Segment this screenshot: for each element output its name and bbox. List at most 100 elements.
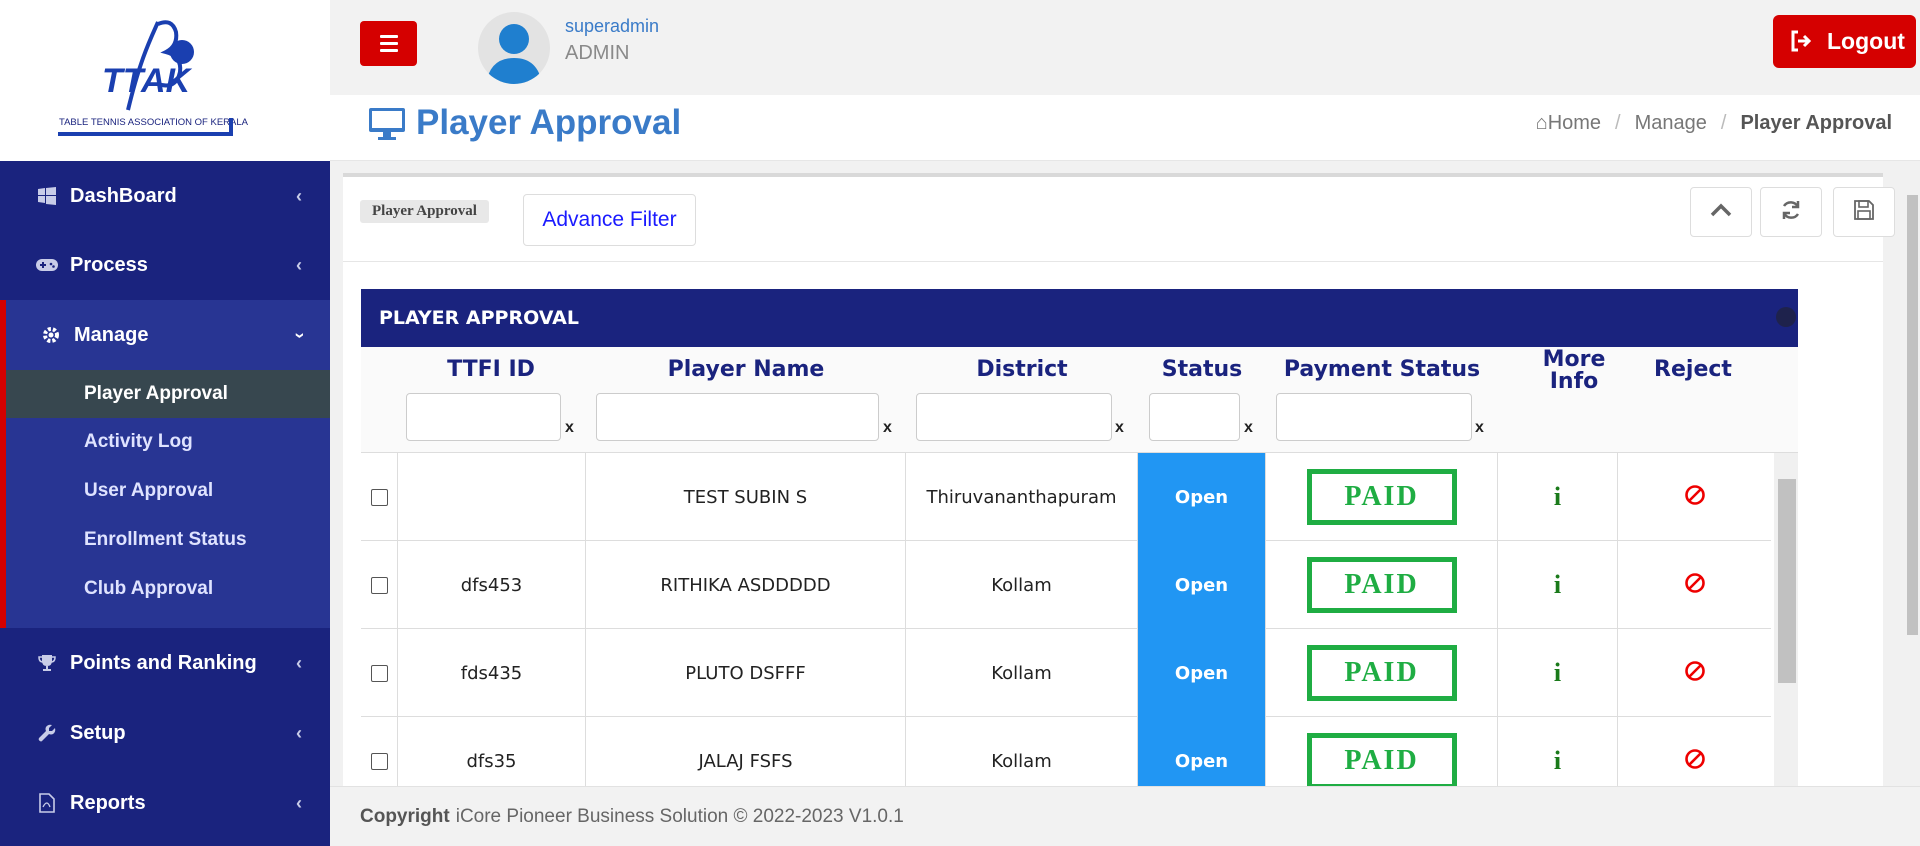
district-filter-clear[interactable]: x xyxy=(1115,419,1124,437)
payment-status-filter-input[interactable] xyxy=(1276,393,1472,441)
column-header-payment-status[interactable]: Payment Status xyxy=(1266,357,1498,382)
sidebar-item-points-ranking[interactable]: Points and Ranking ‹ xyxy=(0,628,330,698)
status-cell[interactable]: Open xyxy=(1138,629,1266,717)
table-row[interactable]: TEST SUBIN S Thiruvananthapuram Open PAI… xyxy=(361,453,1771,541)
ttfi-id-cell: dfs453 xyxy=(398,541,586,629)
reject-ban-icon[interactable] xyxy=(1684,572,1706,599)
district-filter-input[interactable] xyxy=(916,393,1112,441)
page-scrollbar[interactable] xyxy=(1905,175,1920,785)
district-cell: Kollam xyxy=(906,717,1138,790)
player-name-cell: RITHIKA ASDDDDD xyxy=(586,541,906,629)
chevron-left-icon: ‹ xyxy=(296,792,302,813)
menu-toggle-button[interactable] xyxy=(360,21,417,66)
paid-stamp: PAID xyxy=(1306,733,1457,789)
avatar[interactable] xyxy=(478,12,550,84)
player-name-filter-clear[interactable]: x xyxy=(883,419,892,437)
ttfi-id-cell xyxy=(398,453,586,541)
panel-tag: Player Approval xyxy=(360,200,489,223)
breadcrumb-home[interactable]: ⌂Home xyxy=(1536,112,1601,135)
chevron-left-icon: ‹ xyxy=(296,254,302,275)
sidebar-item-setup[interactable]: Setup ‹ xyxy=(0,698,330,768)
chevron-left-icon: ‹ xyxy=(296,652,302,673)
status-cell[interactable]: Open xyxy=(1138,541,1266,629)
sidebar-item-label: Reports xyxy=(70,791,146,814)
player-name-filter-input[interactable] xyxy=(596,393,879,441)
player-name-cell: PLUTO DSFFF xyxy=(586,629,906,717)
sidebar-item-process[interactable]: Process ‹ xyxy=(0,230,330,300)
reject-ban-icon[interactable] xyxy=(1684,660,1706,687)
player-name-cell: TEST SUBIN S xyxy=(586,453,906,541)
sidebar-item-label: Setup xyxy=(70,721,126,744)
sidebar-subitem-activity-log[interactable]: Activity Log xyxy=(6,418,330,466)
table-row[interactable]: fds435 PLUTO DSFFF Kollam Open PAID i xyxy=(361,629,1771,717)
save-button[interactable] xyxy=(1833,187,1895,237)
status-cell[interactable]: Open xyxy=(1138,453,1266,541)
monitor-icon xyxy=(368,107,406,146)
district-cell: Kollam xyxy=(906,541,1138,629)
sidebar-subitem-enrollment-status[interactable]: Enrollment Status xyxy=(6,516,330,564)
logout-button[interactable]: Logout xyxy=(1773,15,1916,68)
table-row[interactable]: dfs35 JALAJ FSFS Kollam Open PAID i xyxy=(361,717,1771,790)
sidebar-item-label: Manage xyxy=(74,323,149,346)
status-filter-clear[interactable]: x xyxy=(1244,419,1253,437)
district-cell: Thiruvananthapuram xyxy=(906,453,1138,541)
sidebar-subitem-player-approval[interactable]: Player Approval xyxy=(6,370,330,418)
ttfi-id-filter-input[interactable] xyxy=(406,393,561,441)
status-cell[interactable]: Open xyxy=(1138,717,1266,790)
player-name-cell: JALAJ FSFS xyxy=(586,717,906,790)
info-icon[interactable]: i xyxy=(1554,482,1561,512)
collapse-button[interactable] xyxy=(1690,187,1752,237)
content-area: Player Approval Advance Filter PLAYER AP… xyxy=(330,161,1920,790)
sidebar-item-dashboard[interactable]: DashBoard ‹ xyxy=(0,161,330,231)
column-header-player-name[interactable]: Player Name xyxy=(586,357,906,382)
windows-icon xyxy=(36,185,58,207)
sign-out-icon xyxy=(1789,29,1813,59)
info-icon[interactable]: i xyxy=(1554,570,1561,600)
chevron-down-icon: ‹ xyxy=(288,332,309,338)
sidebar-item-reports[interactable]: Reports ‹ xyxy=(0,768,330,838)
column-header-more-info[interactable]: More Info xyxy=(1531,349,1617,393)
floppy-disk-icon xyxy=(1854,199,1874,225)
page-scrollbar-thumb[interactable] xyxy=(1907,195,1918,635)
sidebar-item-label: Process xyxy=(70,253,148,276)
file-pdf-icon xyxy=(36,792,58,814)
chevron-up-icon xyxy=(1710,203,1732,222)
refresh-button[interactable] xyxy=(1760,187,1822,237)
advance-filter-button[interactable]: Advance Filter xyxy=(523,194,696,246)
table-row[interactable]: dfs453 RITHIKA ASDDDDD Kollam Open PAID … xyxy=(361,541,1771,629)
footer: Copyright iCore Pioneer Business Solutio… xyxy=(330,786,1920,846)
grid-options-icon[interactable] xyxy=(1776,307,1796,327)
user-role: ADMIN xyxy=(565,42,630,64)
reject-ban-icon[interactable] xyxy=(1684,484,1706,511)
reject-ban-icon[interactable] xyxy=(1684,748,1706,775)
paid-stamp: PAID xyxy=(1306,557,1457,613)
payment-status-filter-clear[interactable]: x xyxy=(1475,419,1484,437)
breadcrumb: ⌂Home / Manage / Player Approval xyxy=(1536,112,1892,135)
info-icon[interactable]: i xyxy=(1554,658,1561,688)
column-header-reject[interactable]: Reject xyxy=(1618,357,1768,382)
gear-icon xyxy=(40,324,62,346)
sidebar-subitem-user-approval[interactable]: User Approval xyxy=(6,467,330,515)
divider xyxy=(343,261,1883,262)
column-header-ttfi-id[interactable]: TTFI ID xyxy=(397,357,585,382)
grid-header: TTFI ID Player Name District Status Paym… xyxy=(361,347,1798,453)
breadcrumb-manage[interactable]: Manage xyxy=(1635,112,1707,135)
row-checkbox[interactable] xyxy=(370,576,388,594)
grid-scrollbar-thumb[interactable] xyxy=(1778,479,1796,683)
grid-scrollbar[interactable] xyxy=(1774,453,1798,790)
row-checkbox[interactable] xyxy=(370,664,388,682)
row-checkbox[interactable] xyxy=(370,488,388,506)
row-checkbox[interactable] xyxy=(370,752,388,770)
status-filter-input[interactable] xyxy=(1149,393,1240,441)
logo-caption: TABLE TENNIS ASSOCIATION OF KERALA xyxy=(59,117,249,128)
paid-stamp: PAID xyxy=(1306,469,1457,525)
sidebar-item-manage[interactable]: Manage ‹ xyxy=(6,300,330,370)
breadcrumb-separator: / xyxy=(1615,112,1621,134)
ttfi-id-filter-clear[interactable]: x xyxy=(565,419,574,437)
sidebar-subitem-club-approval[interactable]: Club Approval xyxy=(6,565,330,613)
column-header-status[interactable]: Status xyxy=(1138,357,1266,382)
info-icon[interactable]: i xyxy=(1554,746,1561,776)
ttfi-id-cell: fds435 xyxy=(398,629,586,717)
sidebar: TTAK TABLE TENNIS ASSOCIATION OF KERALA … xyxy=(0,0,330,846)
column-header-district[interactable]: District xyxy=(906,357,1138,382)
